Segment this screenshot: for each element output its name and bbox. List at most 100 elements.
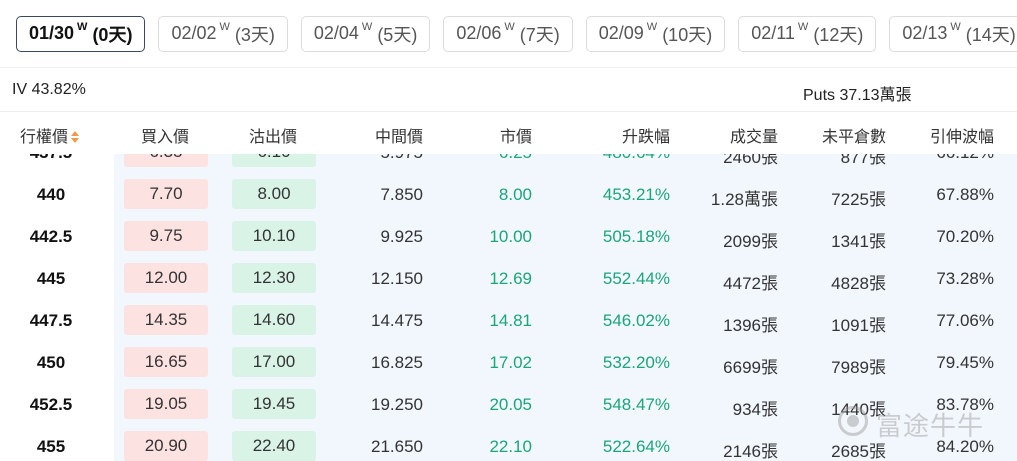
mid-price-cell: 19.250 — [371, 395, 423, 414]
mid-price-cell: 16.825 — [371, 353, 423, 372]
change-percent-cell: 453.21% — [602, 185, 670, 204]
volume-cell: 934張 — [732, 400, 778, 419]
column-header-bid[interactable]: 買入價 — [141, 123, 189, 147]
expiry-tab-4[interactable]: 02/09 W (10天) — [585, 15, 726, 52]
open-interest-cell: 7225張 — [831, 190, 886, 209]
change-percent-cell: 532.20% — [602, 353, 670, 372]
implied-volatility-summary: IV 43.82% — [12, 81, 86, 98]
strike-price-cell: 440 — [36, 185, 66, 204]
change-percent-cell: 546.02% — [602, 311, 670, 330]
market-price-cell: 8.00 — [498, 185, 532, 204]
bid-price-cell: 14.35 — [124, 305, 208, 335]
column-header-market[interactable]: 市價 — [500, 123, 532, 147]
market-price-cell: 17.02 — [489, 353, 532, 372]
ask-price-cell: 17.00 — [232, 347, 316, 377]
ask-price-cell: 19.45 — [232, 389, 316, 419]
market-price-cell: 12.69 — [489, 269, 532, 288]
ask-price-cell: 10.10 — [232, 221, 316, 251]
expiry-tab-2[interactable]: 02/04 W (5天) — [300, 15, 431, 52]
expiry-tab-date: 02/04 — [313, 23, 359, 43]
strike-price-cell: 442.5 — [29, 227, 73, 246]
mid-price-cell: 21.650 — [371, 437, 423, 456]
strike-price-cell: 445 — [36, 269, 66, 288]
volume-cell: 1396張 — [723, 316, 778, 335]
market-price-cell: 22.10 — [489, 437, 532, 456]
column-header-iv[interactable]: 引伸波幅 — [930, 123, 994, 147]
strike-price-cell: 452.5 — [29, 395, 73, 414]
table-row[interactable]: 442.5 9.75 10.10 9.925 10.00 505.18% 2099張 1341… — [0, 217, 1017, 259]
volume-cell: 6699張 — [723, 358, 778, 377]
mid-price-cell: 9.925 — [380, 227, 423, 246]
expiry-tab-days: (0天) — [92, 24, 133, 45]
bid-price-cell: 9.75 — [124, 221, 208, 251]
implied-volatility-cell: 70.20% — [936, 227, 994, 246]
market-price-cell: 20.05 — [489, 395, 532, 414]
expiry-tab-1[interactable]: 02/02 W (3天) — [158, 15, 288, 52]
table-row[interactable]: 450 16.65 17.00 16.825 17.02 532.20% 6699張 7989… — [0, 343, 1017, 385]
expiry-tab-days: (10天) — [662, 24, 713, 45]
bid-price-cell: 19.05 — [124, 389, 208, 419]
open-interest-cell: 7989張 — [831, 358, 886, 377]
change-percent-cell: 480.64% — [603, 154, 670, 163]
change-percent-cell: 548.47% — [602, 395, 670, 414]
ask-price-cell: 14.60 — [232, 305, 316, 335]
column-header-change[interactable]: 升跌幅 — [622, 123, 670, 147]
expiry-tab-date: 02/02 — [171, 23, 217, 43]
expiry-tab-days: (12天) — [813, 24, 864, 45]
expiry-tab-days: (7天) — [519, 24, 560, 45]
table-row[interactable]: 445 12.00 12.30 12.150 12.69 552.44% 4472張 4828… — [0, 259, 1017, 301]
table-header: 行權價 買入價 沽出價 中間價 市價 升跌幅 成交量 未平倉數 引伸波幅 — [0, 112, 1017, 154]
column-header-volume[interactable]: 成交量 — [730, 123, 778, 147]
mid-price-cell: 12.150 — [371, 269, 423, 288]
change-percent-cell: 505.18% — [602, 227, 670, 246]
bid-price-cell: 20.90 — [124, 431, 208, 461]
column-header-mid[interactable]: 中間價 — [375, 123, 423, 147]
change-percent-cell: 522.64% — [602, 437, 670, 456]
volume-cell: 2099張 — [723, 232, 778, 251]
column-header-open-interest[interactable]: 未平倉數 — [822, 123, 886, 147]
strike-price-cell: 450 — [36, 353, 66, 372]
market-price-cell: 10.00 — [489, 227, 532, 246]
expiry-tab-date: 01/30 — [29, 23, 75, 43]
mid-price-cell: 7.850 — [380, 185, 423, 204]
weekly-tag: W — [361, 20, 373, 33]
column-header-strike[interactable]: 行權價 — [20, 123, 80, 147]
strike-price-cell: 447.5 — [29, 311, 73, 330]
bid-price-cell: 7.70 — [124, 179, 208, 209]
expiry-tab-bar: 01/30 W (0天) 02/02 W (3天) 02/04 W (5天) 02/06 W (7天)… — [0, 0, 1017, 68]
expiry-tab-6[interactable]: 02/13 W (14天) — [889, 15, 1017, 52]
mid-price-cell: 5.975 — [380, 154, 423, 163]
bid-price-cell: 6.35 — [124, 154, 208, 167]
ask-price-cell: 12.30 — [232, 263, 316, 293]
expiry-tab-date: 02/13 — [902, 23, 948, 43]
volume-cell: 4472張 — [723, 274, 778, 293]
futu-logo-icon — [838, 406, 868, 436]
column-header-strike-label: 行權價 — [20, 129, 69, 146]
implied-volatility-cell: 66.12% — [936, 154, 994, 163]
weekly-tag: W — [797, 20, 809, 33]
change-percent-cell: 552.44% — [602, 269, 670, 288]
bid-price-cell: 12.00 — [124, 263, 208, 293]
open-interest-cell: 1091張 — [831, 316, 886, 335]
implied-volatility-cell: 79.45% — [936, 353, 994, 372]
open-interest-cell: 4828張 — [831, 274, 886, 293]
weekly-tag: W — [646, 20, 658, 33]
weekly-tag: W — [504, 20, 515, 33]
weekly-tag: W — [77, 20, 88, 33]
expiry-tab-0[interactable]: 01/30 W (0天) — [16, 15, 146, 52]
strike-price-cell: 437.5 — [0, 154, 102, 163]
bid-price-cell: 16.65 — [124, 347, 208, 377]
column-header-ask[interactable]: 沽出價 — [249, 123, 297, 147]
volume-cell: 2146張 — [723, 442, 778, 461]
puts-volume-summary: Puts 37.13萬張 — [803, 87, 912, 104]
table-row[interactable]: 440 7.70 8.00 7.850 8.00 453.21% 1.28萬張 7225張 67… — [0, 175, 1017, 217]
sort-arrows-icon[interactable] — [71, 130, 80, 143]
table-row[interactable]: 437.5 6.35 6.10 5.975 6.25 480.64% 2460張 877張 66… — [0, 154, 1017, 175]
table-row[interactable]: 447.5 14.35 14.60 14.475 14.81 546.02% 1396張 10… — [0, 301, 1017, 343]
expiry-tab-3[interactable]: 02/06 W (7天) — [443, 15, 573, 52]
weekly-tag: W — [219, 20, 230, 33]
expiry-tab-5[interactable]: 02/11 W (12天) — [738, 15, 877, 52]
implied-volatility-cell: 77.06% — [936, 311, 994, 330]
expiry-tab-days: (5天) — [377, 24, 418, 45]
ask-price-cell: 22.40 — [232, 431, 316, 461]
